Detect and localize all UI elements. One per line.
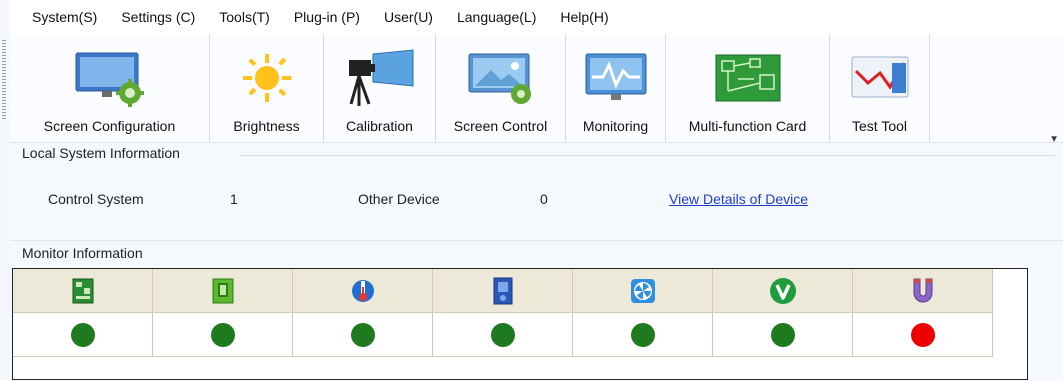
temperature-icon[interactable]	[293, 269, 433, 313]
status-light	[293, 313, 433, 357]
other-device-label: Other Device	[358, 191, 440, 207]
screen-control-label: Screen Control	[453, 118, 548, 134]
status-light	[13, 313, 153, 357]
local-system-info-title: Local System Information	[22, 145, 180, 161]
menu-system[interactable]: System(S)	[10, 9, 109, 25]
multi-function-card-label: Multi-function Card	[688, 118, 807, 134]
status-ok-icon	[350, 322, 375, 347]
test-tool-label: Test Tool	[852, 118, 907, 134]
monitoring-button[interactable]: Monitoring	[566, 34, 666, 142]
screen-configuration-label: Screen Configuration	[43, 118, 176, 134]
sun-icon	[239, 48, 295, 108]
status-ok-icon	[770, 322, 795, 347]
voltage-icon[interactable]	[713, 269, 853, 313]
monitoring-label: Monitoring	[582, 118, 649, 134]
status-light	[853, 313, 993, 357]
magnet-icon[interactable]	[853, 269, 993, 313]
local-system-info-panel: Local System Information Control System …	[10, 142, 1063, 241]
calibration-label: Calibration	[346, 118, 413, 134]
fan-icon[interactable]	[573, 269, 713, 313]
brightness-button[interactable]: Brightness	[210, 34, 324, 142]
other-device-value: 0	[540, 191, 548, 207]
calibration-button[interactable]: Calibration	[324, 34, 436, 142]
control-system-value: 1	[230, 191, 238, 207]
menu-settings[interactable]: Settings (C)	[109, 9, 207, 25]
brightness-label: Brightness	[233, 118, 300, 134]
camera-tripod-icon	[343, 48, 417, 108]
menu-help[interactable]: Help(H)	[548, 9, 620, 25]
status-light	[713, 313, 853, 357]
control-system-label: Control System	[48, 191, 144, 207]
menu-tools[interactable]: Tools(T)	[207, 9, 282, 25]
view-details-link[interactable]: View Details of Device	[669, 191, 808, 207]
monitoring-icon	[583, 48, 649, 108]
screen-control-icon	[465, 48, 537, 108]
monitor-info-title: Monitor Information	[22, 245, 143, 261]
test-tool-button[interactable]: Test Tool	[830, 34, 930, 142]
circuit-board-icon	[714, 48, 782, 108]
receiving-card-icon[interactable]	[13, 269, 153, 313]
cabinet-door-icon[interactable]	[433, 269, 573, 313]
status-error-icon	[910, 322, 935, 347]
status-ok-icon	[70, 322, 95, 347]
monitor-status-row	[13, 313, 993, 357]
menu-language[interactable]: Language(L)	[445, 9, 548, 25]
multi-function-card-button[interactable]: Multi-function Card	[666, 34, 830, 142]
main-toolbar: Screen Configuration Brightness Calibrat…	[10, 34, 1063, 145]
status-light	[433, 313, 573, 357]
status-light	[573, 313, 713, 357]
monitor-icon-row	[13, 269, 993, 313]
section-divider	[240, 155, 1055, 156]
menu-user[interactable]: User(U)	[372, 9, 445, 25]
status-ok-icon	[210, 322, 235, 347]
status-ok-icon	[490, 322, 515, 347]
screen-control-button[interactable]: Screen Control	[436, 34, 566, 142]
module-icon[interactable]	[153, 269, 293, 313]
screen-configuration-button[interactable]: Screen Configuration	[10, 34, 210, 142]
status-ok-icon	[630, 322, 655, 347]
menu-plugin[interactable]: Plug-in (P)	[282, 9, 372, 25]
chart-icon	[848, 48, 912, 108]
menu-bar: System(S) Settings (C) Tools(T) Plug-in …	[10, 0, 1063, 34]
screen-configuration-icon	[72, 48, 148, 108]
status-light	[153, 313, 293, 357]
toolbar-grip[interactable]	[2, 40, 6, 120]
monitor-status-grid	[12, 268, 1028, 380]
